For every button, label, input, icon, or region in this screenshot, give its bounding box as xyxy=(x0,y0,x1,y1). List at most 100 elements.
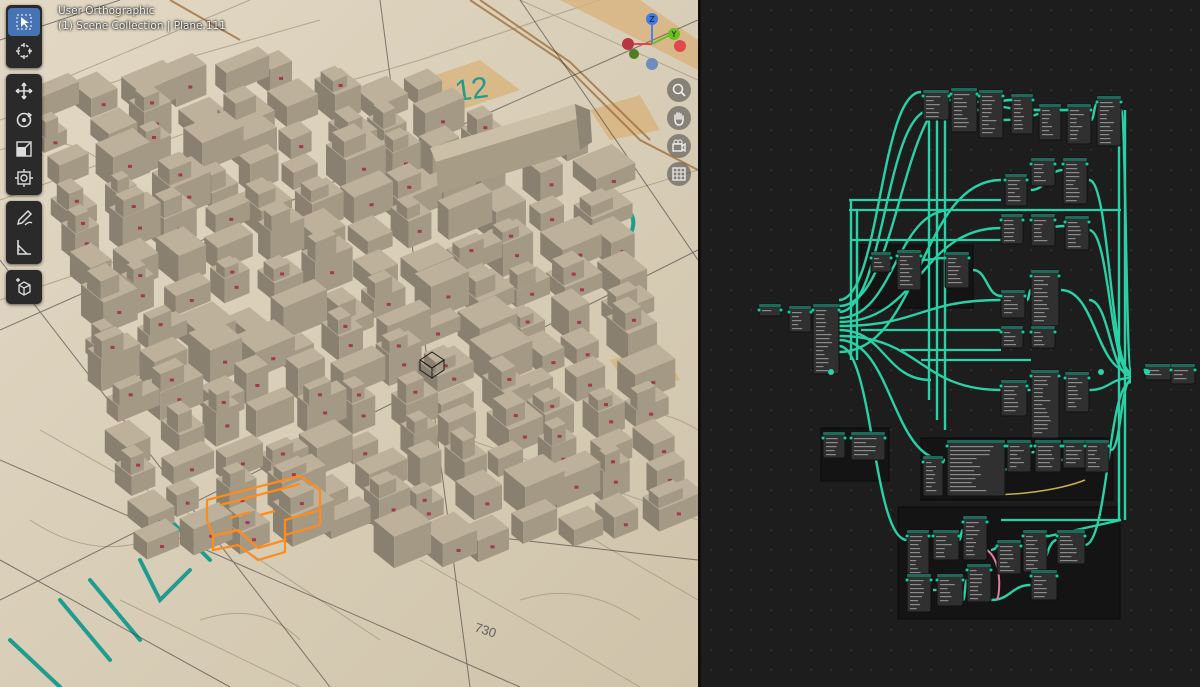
pan-button[interactable] xyxy=(667,106,691,130)
node-socket[interactable] xyxy=(945,444,949,448)
node-socket[interactable] xyxy=(999,294,1003,298)
node[interactable] xyxy=(977,89,1005,139)
node[interactable] xyxy=(1033,439,1063,473)
navigation-gizmo[interactable]: Z Y X xyxy=(618,10,690,72)
node-socket[interactable] xyxy=(1021,218,1025,222)
node-socket[interactable] xyxy=(1023,294,1027,298)
node[interactable] xyxy=(849,431,887,461)
node-socket[interactable] xyxy=(1029,574,1033,578)
node[interactable] xyxy=(999,289,1027,319)
node[interactable] xyxy=(943,251,971,289)
node[interactable] xyxy=(965,563,993,603)
reroute-node[interactable] xyxy=(1144,369,1150,375)
node-socket[interactable] xyxy=(1055,574,1059,578)
grid-toggle-button[interactable] xyxy=(667,162,691,186)
annotate-tool[interactable] xyxy=(8,204,40,232)
node-socket[interactable] xyxy=(1029,374,1033,378)
node-socket[interactable] xyxy=(889,256,893,260)
node[interactable] xyxy=(869,251,893,273)
node-socket[interactable] xyxy=(1055,534,1059,538)
node-socket[interactable] xyxy=(1087,220,1091,224)
node-socket[interactable] xyxy=(967,256,971,260)
node[interactable] xyxy=(1005,439,1033,473)
node-socket[interactable] xyxy=(1063,220,1067,224)
node-socket[interactable] xyxy=(1065,108,1069,112)
node-socket[interactable] xyxy=(869,256,873,260)
scale-tool[interactable] xyxy=(8,135,40,163)
node-socket[interactable] xyxy=(1059,108,1063,112)
gizmo-x-negative[interactable] xyxy=(622,38,634,50)
node-socket[interactable] xyxy=(1053,218,1057,222)
node-socket[interactable] xyxy=(757,308,761,312)
node-socket[interactable] xyxy=(1169,368,1173,372)
node[interactable] xyxy=(1029,325,1057,349)
node[interactable] xyxy=(935,573,965,607)
node-socket[interactable] xyxy=(837,308,841,312)
node[interactable] xyxy=(1037,103,1063,141)
node-socket[interactable] xyxy=(1045,534,1049,538)
node[interactable] xyxy=(999,379,1029,417)
cursor-tool[interactable] xyxy=(8,37,40,65)
node[interactable] xyxy=(1003,173,1029,207)
node-socket[interactable] xyxy=(995,544,999,548)
node[interactable] xyxy=(821,431,847,459)
node-socket[interactable] xyxy=(1083,444,1087,448)
node-socket[interactable] xyxy=(919,254,923,258)
node[interactable] xyxy=(961,515,989,561)
node-socket[interactable] xyxy=(1061,444,1065,448)
node-socket[interactable] xyxy=(965,568,969,572)
node-socket[interactable] xyxy=(1095,100,1099,104)
node-socket[interactable] xyxy=(999,330,1003,334)
node[interactable] xyxy=(1065,103,1093,145)
node[interactable] xyxy=(1029,369,1061,439)
node-socket[interactable] xyxy=(931,534,935,538)
node-socket[interactable] xyxy=(1053,330,1057,334)
node-socket[interactable] xyxy=(935,578,939,582)
move-tool[interactable] xyxy=(8,77,40,105)
node-socket[interactable] xyxy=(1037,108,1041,112)
node[interactable] xyxy=(787,305,813,333)
geometry-node-editor[interactable] xyxy=(701,0,1200,687)
node-socket[interactable] xyxy=(1063,376,1067,380)
node-socket[interactable] xyxy=(1009,98,1013,102)
node-socket[interactable] xyxy=(929,578,933,582)
node[interactable] xyxy=(1029,213,1057,247)
3d-viewport[interactable]: 12 730 User Orthographic (1) Scene Colle… xyxy=(0,0,698,687)
reroute-node[interactable] xyxy=(828,369,834,375)
node-socket[interactable] xyxy=(883,436,887,440)
node-socket[interactable] xyxy=(999,218,1003,222)
node[interactable] xyxy=(895,249,923,291)
node-socket[interactable] xyxy=(1085,162,1089,166)
node-socket[interactable] xyxy=(1061,162,1065,166)
gizmo-y-negative[interactable] xyxy=(629,49,639,59)
node-socket[interactable] xyxy=(1033,444,1037,448)
node[interactable] xyxy=(1063,215,1091,251)
node-socket[interactable] xyxy=(985,520,989,524)
node-socket[interactable] xyxy=(1089,108,1093,112)
node-socket[interactable] xyxy=(843,436,847,440)
node[interactable] xyxy=(1055,529,1087,565)
node-socket[interactable] xyxy=(1031,98,1035,102)
node[interactable] xyxy=(905,573,933,613)
node-socket[interactable] xyxy=(779,308,783,312)
node[interactable] xyxy=(1169,363,1197,385)
node-socket[interactable] xyxy=(961,520,965,524)
node-socket[interactable] xyxy=(1029,162,1033,166)
node-socket[interactable] xyxy=(961,578,965,582)
node-socket[interactable] xyxy=(1029,218,1033,222)
node-socket[interactable] xyxy=(1029,444,1033,448)
node-socket[interactable] xyxy=(927,534,931,538)
node-socket[interactable] xyxy=(977,94,981,98)
node-socket[interactable] xyxy=(1087,376,1091,380)
node[interactable] xyxy=(931,529,961,561)
node[interactable] xyxy=(949,87,979,133)
node-socket[interactable] xyxy=(1021,330,1025,334)
node-canvas[interactable] xyxy=(701,0,1200,687)
add-cube-tool[interactable] xyxy=(8,273,40,301)
node-socket[interactable] xyxy=(895,254,899,258)
gizmo-z-negative[interactable] xyxy=(646,58,658,70)
node-socket[interactable] xyxy=(1057,374,1061,378)
node[interactable] xyxy=(1095,95,1123,147)
gizmo-x-axis[interactable] xyxy=(674,40,686,52)
select-box-tool[interactable] xyxy=(8,8,40,36)
